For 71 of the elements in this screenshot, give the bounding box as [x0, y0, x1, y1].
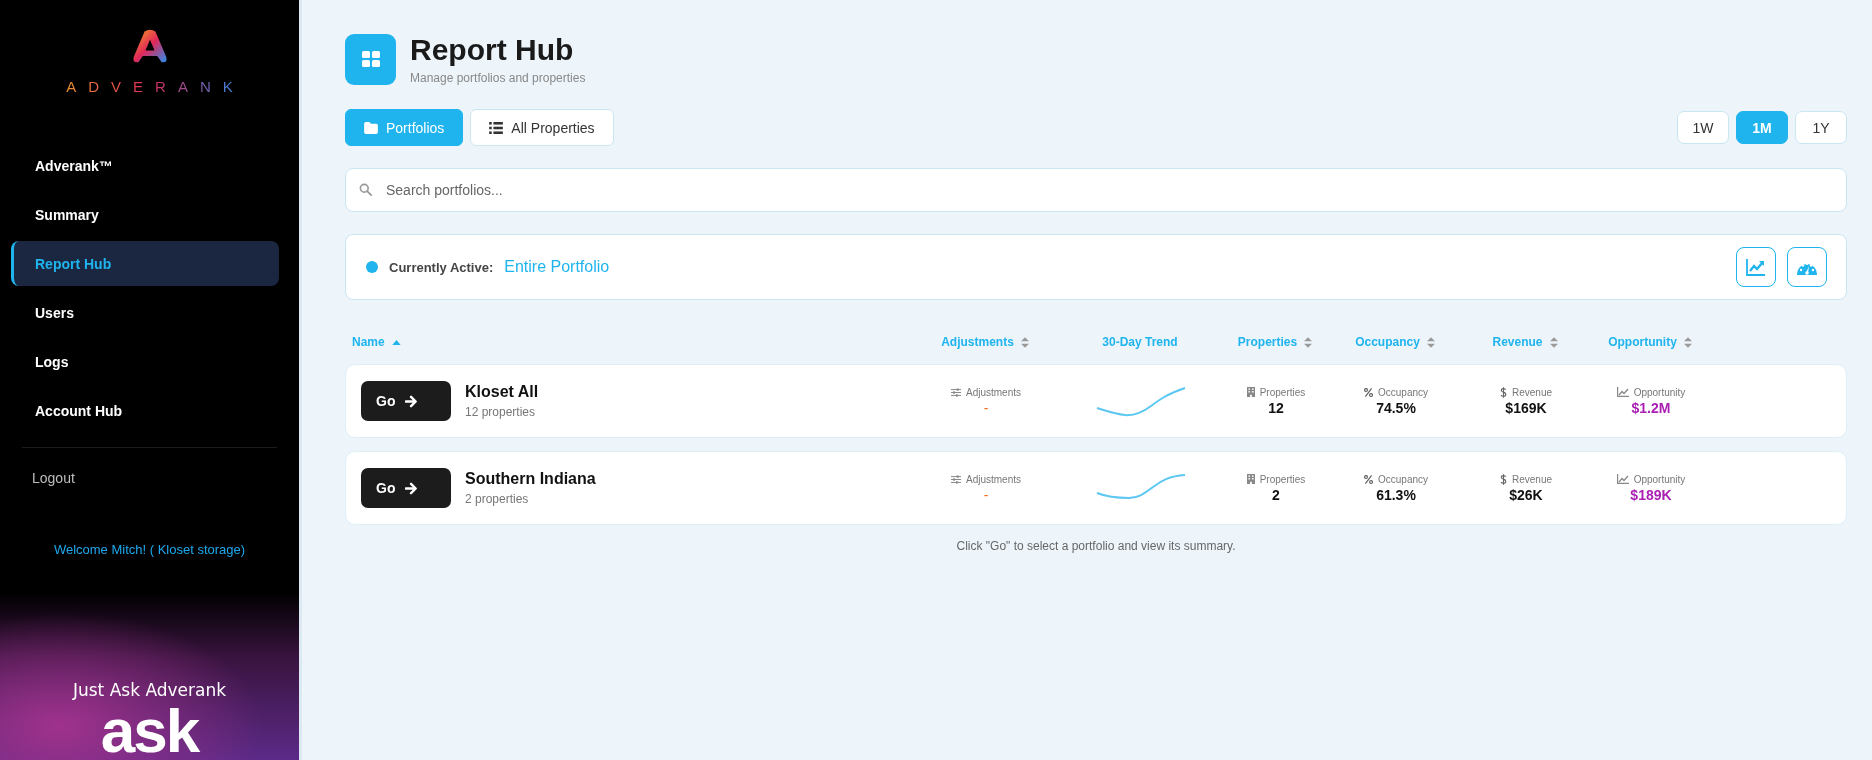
metric-label: Properties [1259, 386, 1306, 398]
page-title: Report Hub [410, 33, 575, 67]
welcome-text: Welcome Mitch! ( Kloset storage) [52, 542, 247, 557]
metric-label: Opportunity [1633, 386, 1686, 398]
metric-label: Occupancy [1378, 386, 1428, 398]
metric-label: Occupancy [1378, 473, 1428, 485]
area-chart-icon [1616, 387, 1629, 397]
portfolio-name: Kloset All [465, 383, 539, 401]
adjustments-value: - [983, 399, 989, 416]
dashboard-button[interactable] [1787, 247, 1827, 287]
search-field[interactable]: Search portfolios... [345, 168, 1847, 212]
search-icon [359, 183, 372, 196]
sort-icon [1020, 336, 1029, 348]
occupancy-value: 61.3% [1376, 486, 1416, 503]
period-button[interactable]: 1Y [1795, 111, 1847, 144]
metric-label: Revenue [1512, 473, 1552, 485]
sort-icon [1683, 336, 1692, 348]
line-chart-icon [1746, 258, 1766, 276]
logout-link[interactable]: Logout [32, 470, 299, 486]
dollar-icon [1500, 386, 1507, 398]
view-tab[interactable]: All Properties [470, 109, 614, 146]
percent-icon [1364, 474, 1373, 484]
dollar-icon [1500, 473, 1507, 485]
go-button[interactable]: Go [361, 381, 451, 421]
sliders-icon [951, 474, 961, 484]
active-label: Currently Active: [389, 259, 494, 275]
list-icon [489, 121, 504, 134]
property-count: 2 properties [465, 492, 530, 506]
nav-item[interactable]: Account Hub [11, 388, 279, 433]
adjustments-value: - [983, 486, 989, 503]
properties-value: 12 [1268, 399, 1284, 416]
grid-icon [345, 33, 396, 85]
promo-word: ask [100, 702, 199, 760]
opportunity-value: $1.2M [1631, 399, 1671, 416]
revenue-value: $26K [1509, 486, 1543, 503]
metric-label: Opportunity [1633, 473, 1686, 485]
properties-value: 2 [1272, 486, 1280, 503]
active-portfolio-name: Entire Portfolio [504, 258, 610, 276]
metric-label: Properties [1259, 473, 1306, 485]
area-chart-icon [1616, 474, 1629, 484]
percent-icon [1364, 387, 1373, 397]
page-subtitle: Manage portfolios and properties [410, 71, 586, 85]
metric-label: Adjustments [966, 473, 1021, 485]
arrow-right-icon [405, 394, 419, 408]
occupancy-value: 74.5% [1376, 399, 1416, 416]
building-icon [1246, 474, 1255, 484]
arrow-right-icon [405, 481, 419, 495]
portfolio-name: Southern Indiana [465, 470, 596, 488]
revenue-value: $169K [1505, 399, 1547, 416]
go-button[interactable]: Go [361, 468, 451, 508]
metric-label: Revenue [1512, 386, 1552, 398]
period-button[interactable]: 1W [1677, 111, 1729, 144]
nav-item[interactable]: Adverank™ [11, 143, 279, 188]
nav-item[interactable]: Users [11, 290, 279, 335]
metric-label: Adjustments [966, 386, 1021, 398]
sort-icon [1549, 336, 1558, 348]
sort-up-icon [391, 339, 401, 345]
chart-button[interactable] [1736, 247, 1776, 287]
status-dot [366, 261, 378, 273]
folder-icon [364, 121, 378, 134]
sliders-icon [951, 387, 961, 397]
nav-item[interactable]: Report Hub [11, 241, 279, 286]
opportunity-value: $189K [1630, 486, 1672, 503]
building-icon [1246, 387, 1255, 397]
nav-item[interactable]: Summary [11, 192, 279, 237]
property-count: 12 properties [465, 405, 537, 419]
promo-tagline: Just Ask Adverank [72, 680, 227, 700]
nav-item[interactable]: Logs [11, 339, 279, 384]
sort-icon [1426, 336, 1435, 348]
hint-text: Click "Go" to select a portfolio and view its summary. [955, 539, 1237, 553]
sort-icon [1304, 336, 1313, 348]
